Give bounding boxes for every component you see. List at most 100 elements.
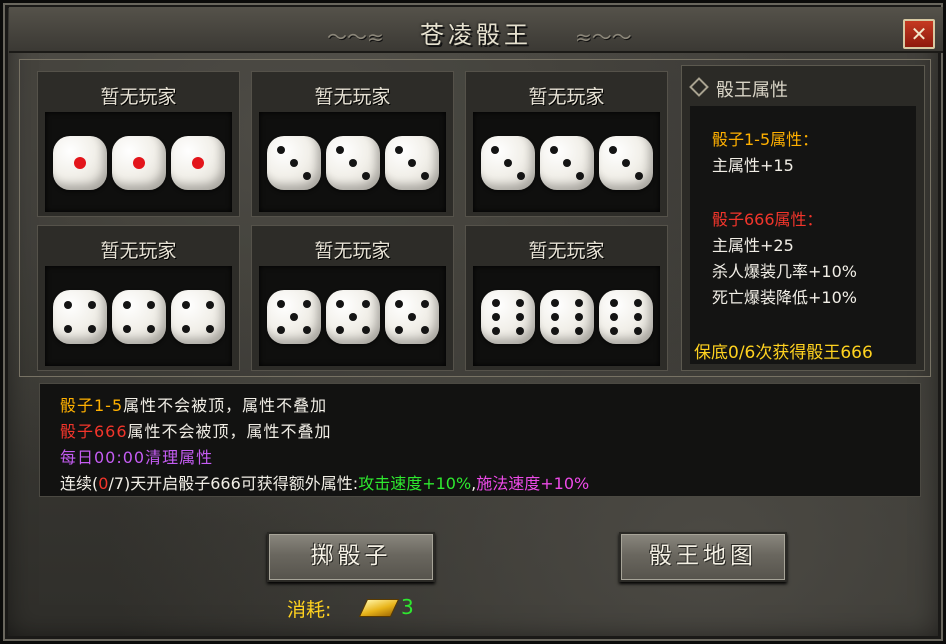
attributes-header-text: 骰王属性 — [716, 80, 788, 101]
dice-row — [45, 136, 232, 192]
die-pip — [551, 313, 560, 321]
die-face-3-icon — [540, 136, 594, 190]
die-pip — [491, 146, 500, 155]
die-pip — [420, 325, 429, 334]
die-pip — [277, 300, 286, 309]
die-pip — [563, 159, 571, 167]
die-pip — [192, 157, 204, 169]
die-pip — [87, 324, 96, 333]
die-pip — [182, 324, 191, 333]
die-face-3-icon — [385, 136, 439, 190]
die-pip — [420, 171, 429, 180]
die-pip — [277, 325, 286, 334]
die-pip — [574, 298, 583, 307]
die-face-4-icon — [53, 290, 107, 344]
die-pip — [361, 325, 370, 334]
die-pip — [302, 300, 311, 309]
info-line-4: 连续(0/7)天开启骰子666可获得额外属性:攻击速度+10%,施法速度+10% — [60, 470, 589, 494]
slot-dice-well — [259, 112, 446, 212]
slot-player-name: 暂无玩家 — [100, 86, 177, 108]
slot-dice-well — [473, 266, 660, 366]
die-pip — [349, 159, 357, 167]
die-pip — [515, 313, 524, 321]
streak-label: 连续( — [60, 474, 99, 493]
die-pip — [395, 146, 404, 155]
die-face-5-icon — [385, 290, 439, 344]
dice-slot-5[interactable]: 暂无玩家 — [251, 225, 454, 371]
die-pip — [622, 159, 630, 167]
dice-slot-3[interactable]: 暂无玩家 — [465, 71, 668, 217]
window-title: 苍凌骰王 — [420, 21, 532, 49]
die-pip — [182, 301, 191, 310]
die-pip — [349, 313, 357, 321]
attributes-header: 骰王属性 — [689, 76, 788, 102]
die-pip — [492, 327, 501, 336]
die-pip — [205, 324, 214, 333]
title-bar[interactable]: 〜〜≈ 苍凌骰王 ≈〜〜 ✕ — [9, 7, 943, 53]
close-button[interactable]: ✕ — [903, 19, 935, 49]
dice-slot-6[interactable]: 暂无玩家 — [465, 225, 668, 371]
diamond-bullet-icon — [689, 77, 709, 97]
guarantee-counter: 保底0/6次获得骰王666 — [694, 343, 873, 363]
die-face-3-icon — [326, 136, 380, 190]
gold-ingot-icon — [358, 599, 400, 617]
roll-dice-button[interactable]: 掷骰子 — [267, 532, 435, 582]
info-line-2: 骰子666属性不会被顶，属性不叠加 — [60, 418, 332, 442]
die-pip — [550, 146, 559, 155]
die-face-6-icon — [481, 290, 535, 344]
die-pip — [395, 300, 404, 309]
die-pip — [336, 300, 345, 309]
attr-group1-line1: 主属性+15 — [712, 156, 794, 175]
slot-player-name: 暂无玩家 — [528, 86, 605, 108]
die-face-1-icon — [112, 136, 166, 190]
die-pip — [551, 298, 560, 307]
slot-dice-well — [45, 112, 232, 212]
attr-group2-title: 骰子666属性： — [712, 210, 823, 229]
cast-speed-bonus: 施法速度+10% — [476, 474, 590, 493]
dice-king-attributes-panel: 骰王属性 骰子1-5属性： 主属性+15 骰子666属性： 主属性+25 杀人爆… — [681, 65, 925, 371]
die-pip — [633, 327, 642, 336]
dice-row — [45, 290, 232, 346]
die-face-4-icon — [171, 290, 225, 344]
die-face-4-icon — [112, 290, 166, 344]
die-pip — [634, 171, 643, 180]
dice-slot-1[interactable]: 暂无玩家 — [37, 71, 240, 217]
dice-slot-2[interactable]: 暂无玩家 — [251, 71, 454, 217]
attr-group2-line2: 杀人爆装几率+10% — [712, 262, 857, 281]
die-pip — [515, 327, 524, 336]
streak-count: 0 — [98, 474, 109, 493]
info-line-1-text: 属性不会被顶，属性不叠加 — [123, 396, 328, 415]
die-pip — [64, 301, 73, 310]
die-face-5-icon — [267, 290, 321, 344]
info-line-1: 骰子1-5属性不会被顶，属性不叠加 — [60, 392, 327, 416]
die-pip — [74, 157, 86, 169]
die-pip — [361, 171, 370, 180]
die-pip — [87, 301, 96, 310]
die-pip — [551, 327, 560, 336]
die-pip — [504, 159, 512, 167]
cost-value: 3 — [401, 595, 414, 619]
slot-dice-well — [473, 112, 660, 212]
die-face-6-icon — [599, 290, 653, 344]
attributes-content: 骰子1-5属性： 主属性+15 骰子666属性： 主属性+25 杀人爆装几率+1… — [690, 106, 916, 364]
die-pip — [277, 146, 286, 155]
info-dice-666: 骰子666 — [60, 422, 128, 441]
dice-row — [473, 136, 660, 192]
die-pip — [64, 324, 73, 333]
info-line-3: 每日00:00清理属性 — [60, 448, 214, 467]
attr-group2-line3: 死亡爆装降低+10% — [712, 288, 857, 307]
die-face-3-icon — [599, 136, 653, 190]
dice-king-map-button[interactable]: 骰王地图 — [619, 532, 787, 582]
die-pip — [492, 298, 501, 307]
die-pip — [610, 313, 619, 321]
die-pip — [609, 146, 618, 155]
die-pip — [146, 301, 155, 310]
die-pip — [610, 298, 619, 307]
die-pip — [123, 301, 132, 310]
die-face-1-icon — [53, 136, 107, 190]
die-pip — [574, 313, 583, 321]
slot-player-name: 暂无玩家 — [528, 240, 605, 262]
die-pip — [336, 146, 345, 155]
die-face-3-icon — [267, 136, 321, 190]
dice-slot-4[interactable]: 暂无玩家 — [37, 225, 240, 371]
